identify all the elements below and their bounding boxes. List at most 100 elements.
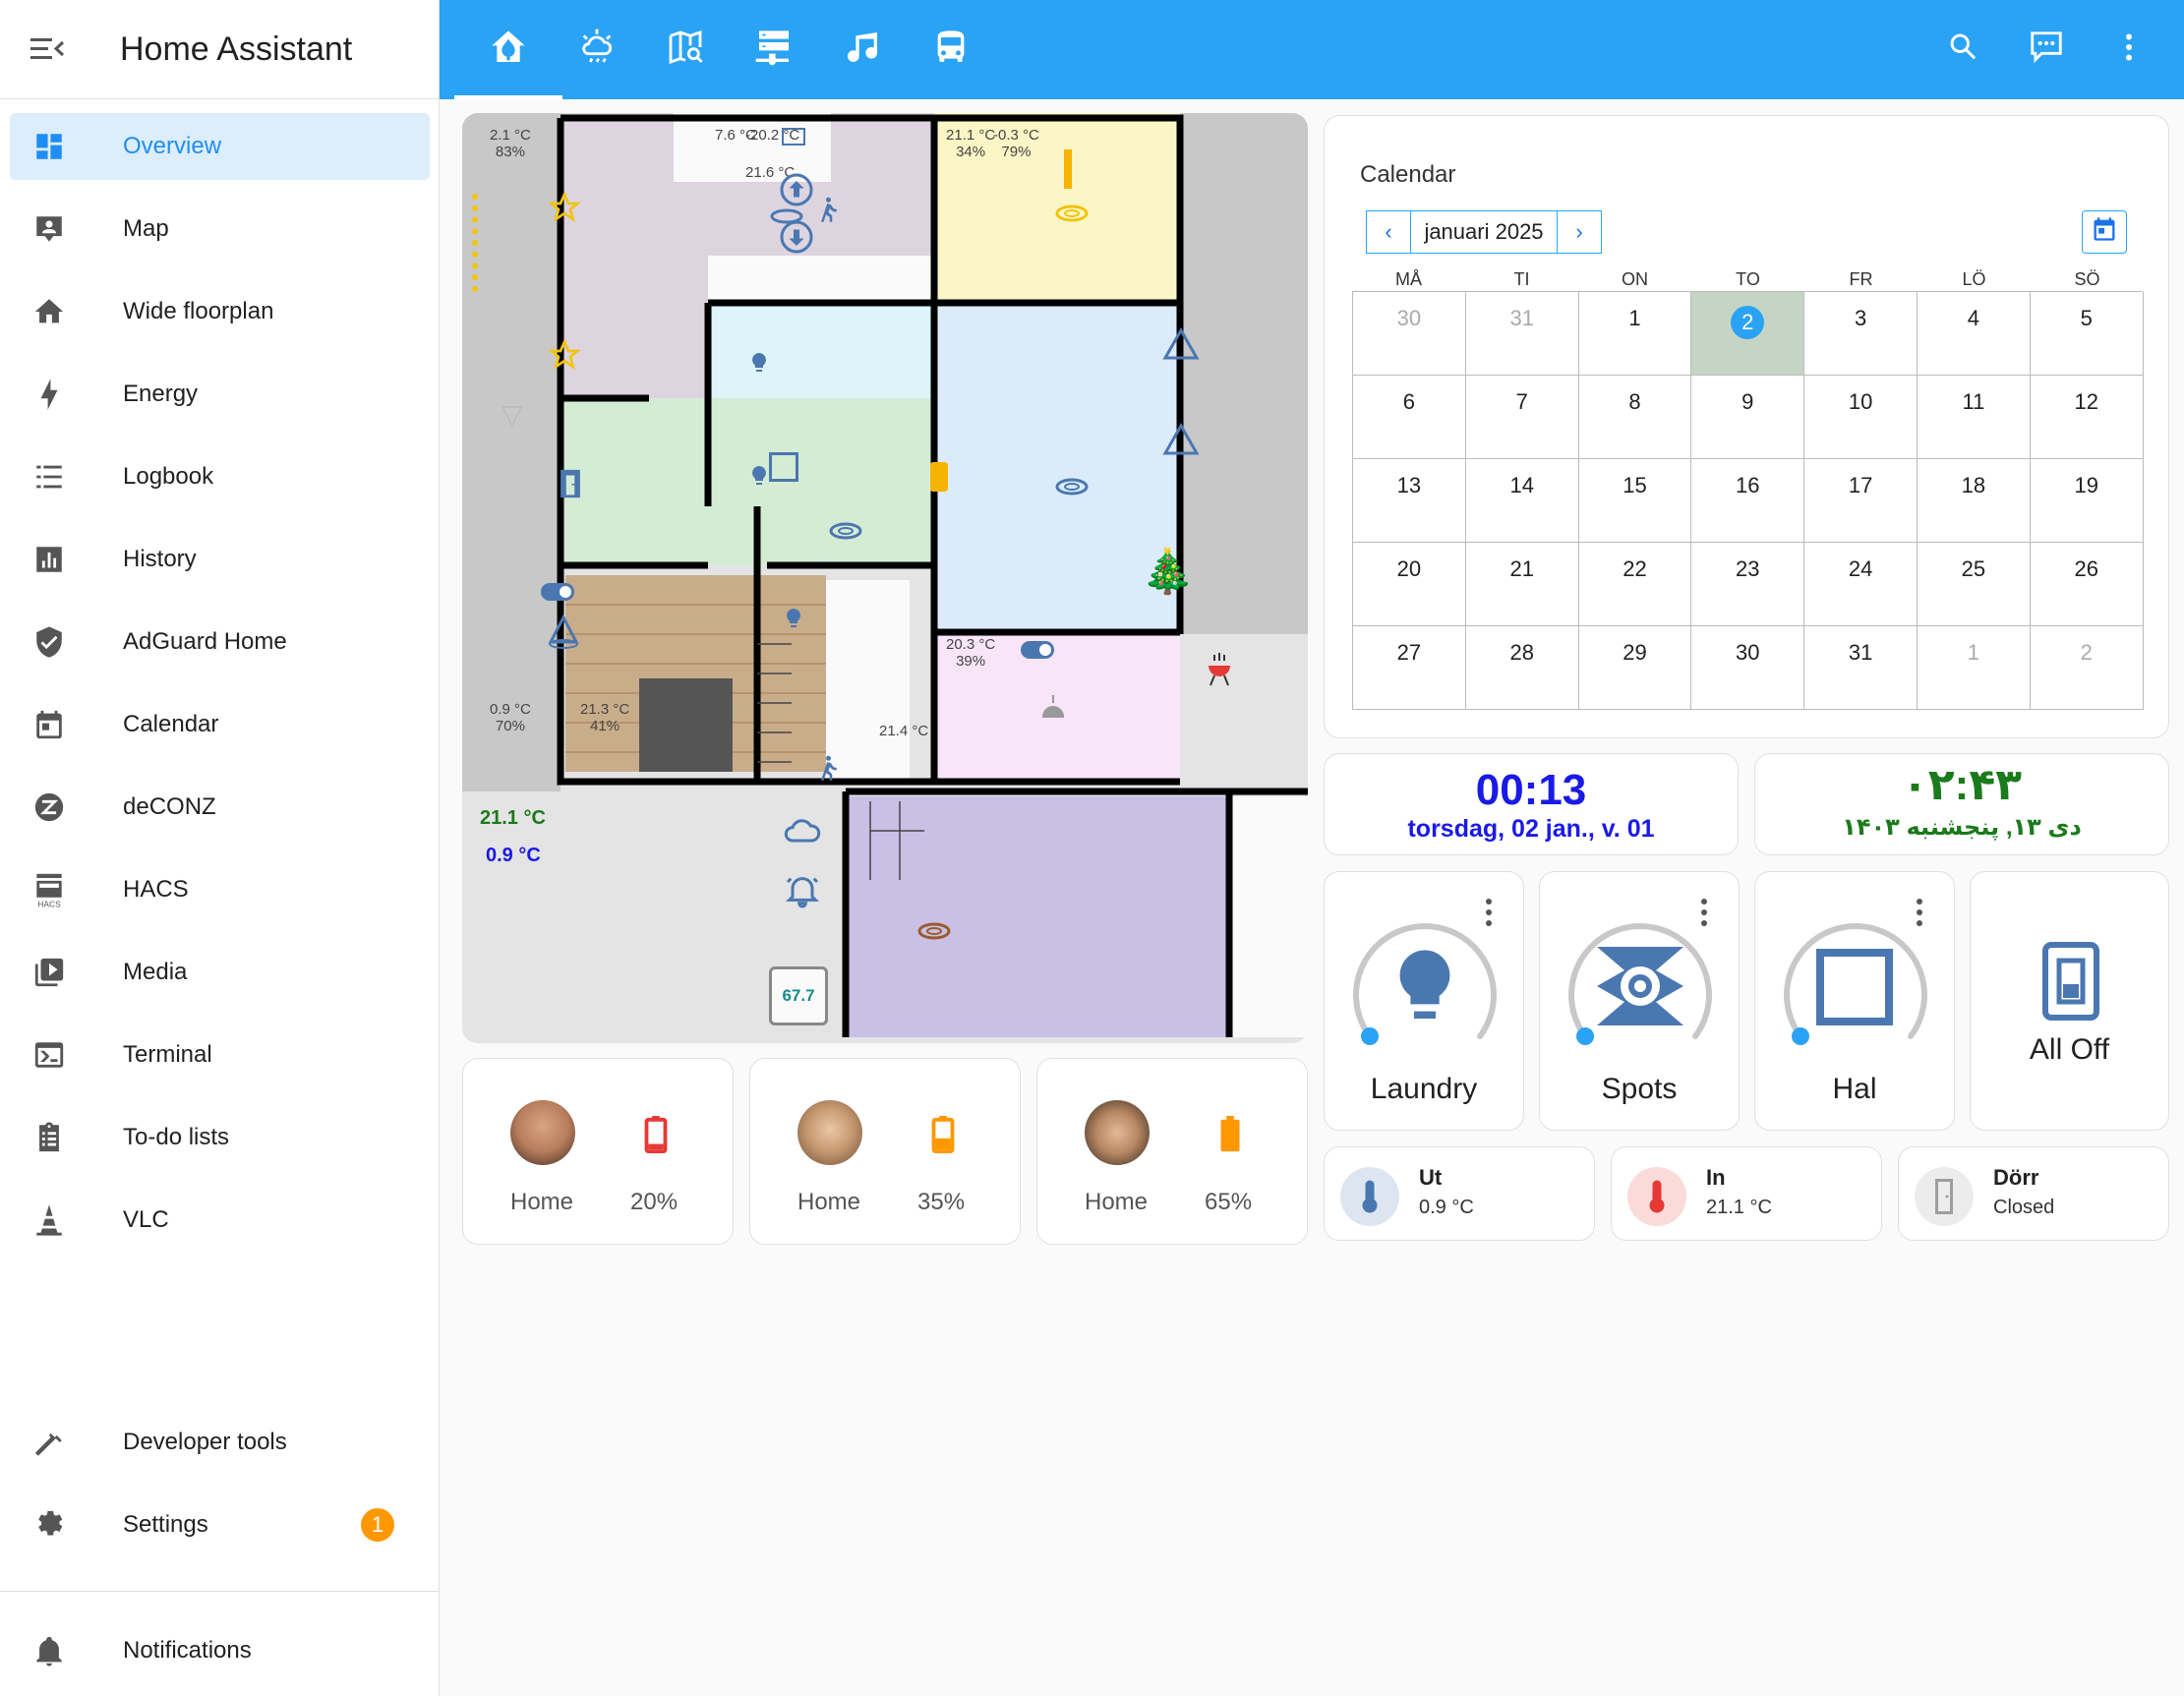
outdoor-ne-temperature[interactable]: -0.3 °C 79% <box>993 127 1039 160</box>
ceiling-fan-icon[interactable]: ▽ <box>502 398 523 431</box>
sidebar-item-terminal[interactable]: Terminal <box>10 1022 430 1088</box>
calendar-day-cell[interactable]: 15 <box>1578 459 1692 543</box>
sidebar-item-media[interactable]: Media <box>10 939 430 1006</box>
calendar-day-cell[interactable]: 28 <box>1465 626 1579 710</box>
calendar-day-cell[interactable]: 30 <box>1691 626 1805 710</box>
calendar-month-label[interactable]: januari 2025 <box>1411 210 1557 254</box>
bedroom-temperature[interactable]: 21.1 °C 34% <box>946 127 995 160</box>
calendar-day-cell[interactable]: 21 <box>1465 543 1579 626</box>
more-vertical-icon[interactable] <box>1699 898 1709 932</box>
calendar-day-cell[interactable]: 31 <box>1465 292 1579 376</box>
assist-button[interactable] <box>2019 22 2074 77</box>
sidebar-item-settings[interactable]: Settings 1 <box>10 1491 430 1558</box>
calendar-day-cell[interactable]: 23 <box>1691 543 1805 626</box>
calendar-day-cell[interactable]: 5 <box>2030 292 2144 376</box>
more-vertical-icon[interactable] <box>1484 898 1494 932</box>
calendar-day-cell[interactable]: 16 <box>1691 459 1805 543</box>
outdoor-nw-temperature[interactable]: 2.1 °C 83% <box>490 127 531 160</box>
calendar-day-cell[interactable]: 31 <box>1804 626 1918 710</box>
calendar-day-cell[interactable]: 17 <box>1804 459 1918 543</box>
person-card[interactable]: Home 20% <box>462 1058 734 1245</box>
alarm-bell-icon[interactable] <box>783 872 822 916</box>
calendar-day-cell[interactable]: 26 <box>2030 543 2144 626</box>
calendar-day-cell[interactable]: 27 <box>1353 626 1466 710</box>
all-off-card[interactable]: All Off <box>1970 871 2169 1131</box>
square-outline-icon[interactable] <box>769 452 798 482</box>
calendar-day-cell[interactable]: 22 <box>1578 543 1692 626</box>
more-vertical-icon[interactable] <box>1915 898 1924 932</box>
lightbulb-icon[interactable] <box>747 462 771 495</box>
calendar-today-button[interactable] <box>2082 210 2127 254</box>
weather-cloud-icon[interactable] <box>783 816 822 850</box>
office-temperature[interactable]: 20.3 °C 39% <box>946 636 995 670</box>
calendar-day-cell[interactable]: 4 <box>1918 292 2031 376</box>
light-switch-icon[interactable] <box>930 462 948 492</box>
floor-lamp-icon[interactable] <box>545 614 582 657</box>
christmas-tree-icon[interactable]: 🎄 <box>1141 546 1195 597</box>
menu-collapse-icon[interactable] <box>24 26 71 73</box>
calendar-day-cell[interactable]: 24 <box>1804 543 1918 626</box>
calendar-day-cell[interactable]: 2 <box>1691 292 1805 376</box>
stairs-temperature[interactable]: 21.4 °C <box>879 723 928 739</box>
calendar-day-cell[interactable]: 1 <box>1578 292 1692 376</box>
sidebar-item-hacs[interactable]: HACS HACS <box>10 856 430 923</box>
entity-tile-ut[interactable]: Ut 0.9 °C <box>1324 1146 1595 1241</box>
calendar-day-cell[interactable]: 29 <box>1578 626 1692 710</box>
living-temperature[interactable]: 21.3 °C 41% <box>580 701 629 734</box>
calendar-day-cell[interactable]: 8 <box>1578 376 1692 459</box>
ceiling-light-icon[interactable] <box>1054 475 1090 503</box>
sidebar-item-overview[interactable]: Overview <box>10 113 430 180</box>
calendar-day-cell[interactable]: 6 <box>1353 376 1466 459</box>
calendar-day-cell[interactable]: 9 <box>1691 376 1805 459</box>
calendar-day-cell[interactable]: 3 <box>1804 292 1918 376</box>
ceiling-light-icon[interactable] <box>1054 202 1090 230</box>
door-icon[interactable] <box>554 467 587 505</box>
led-strip-icon[interactable] <box>472 194 480 292</box>
search-button[interactable] <box>1936 22 1991 77</box>
person-card[interactable]: Home 35% <box>749 1058 1021 1245</box>
star-icon[interactable] <box>547 338 582 376</box>
calendar-prev-button[interactable]: ‹ <box>1366 210 1411 254</box>
sidebar-item-todo-lists[interactable]: To-do lists <box>10 1104 430 1171</box>
calendar-day-cell[interactable]: 20 <box>1353 543 1466 626</box>
porch-temperature[interactable]: 0.9 °C 70% <box>490 701 531 734</box>
sidebar-item-notifications[interactable]: Notifications <box>10 1617 430 1684</box>
toggle-switch-icon[interactable] <box>1021 641 1054 659</box>
sidebar-item-energy[interactable]: Energy <box>10 361 430 428</box>
more-menu-button[interactable] <box>2101 22 2156 77</box>
calendar-day-cell[interactable]: 25 <box>1918 543 2031 626</box>
calendar-day-cell[interactable]: 12 <box>2030 376 2144 459</box>
calendar-next-button[interactable]: › <box>1557 210 1602 254</box>
lightbulb-icon[interactable] <box>782 605 805 637</box>
sidebar-item-adguard-home[interactable]: AdGuard Home <box>10 609 430 675</box>
sidebar-item-logbook[interactable]: Logbook <box>10 443 430 510</box>
floorplan-card[interactable]: 2.1 °C 83% 7.6 °C -20.2 °C 21.6 °C 21.1 °… <box>462 113 1308 1043</box>
motion-sensor-icon[interactable] <box>816 752 846 787</box>
sidebar-item-calendar[interactable]: Calendar <box>10 691 430 758</box>
curtain-icon[interactable] <box>1064 149 1072 189</box>
toggle-switch-icon[interactable] <box>541 583 574 601</box>
light-card-laundry[interactable]: Laundry <box>1324 871 1524 1131</box>
sidebar-item-deconz[interactable]: deCONZ <box>10 774 430 841</box>
tab-bus[interactable] <box>897 0 1005 99</box>
sidebar-item-history[interactable]: History <box>10 526 430 593</box>
calendar-day-cell[interactable]: 30 <box>1353 292 1466 376</box>
calendar-day-cell[interactable]: 13 <box>1353 459 1466 543</box>
calendar-day-cell[interactable]: 10 <box>1804 376 1918 459</box>
entity-tile-door[interactable]: Dörr Closed <box>1898 1146 2169 1241</box>
star-icon[interactable] <box>547 191 582 228</box>
ceiling-light-icon[interactable] <box>828 519 863 548</box>
ceiling-light-icon[interactable] <box>769 206 804 231</box>
sidebar-item-wide-floorplan[interactable]: Wide floorplan <box>10 278 430 345</box>
sidebar-item-map[interactable]: Map <box>10 196 430 263</box>
spotlight-icon[interactable] <box>782 128 805 146</box>
calendar-day-cell[interactable]: 19 <box>2030 459 2144 543</box>
calendar-day-cell[interactable]: 18 <box>1918 459 2031 543</box>
sidebar-item-developer-tools[interactable]: Developer tools <box>10 1409 430 1476</box>
calendar-day-cell[interactable]: 11 <box>1918 376 2031 459</box>
lamp-triangle-icon[interactable] <box>1162 422 1200 461</box>
lamp-triangle-icon[interactable] <box>1162 326 1200 366</box>
grill-icon[interactable] <box>1205 652 1234 692</box>
pendant-lamp-icon[interactable] <box>1038 693 1068 728</box>
cpu-temperature-chip[interactable]: 67.7 <box>769 966 828 1025</box>
